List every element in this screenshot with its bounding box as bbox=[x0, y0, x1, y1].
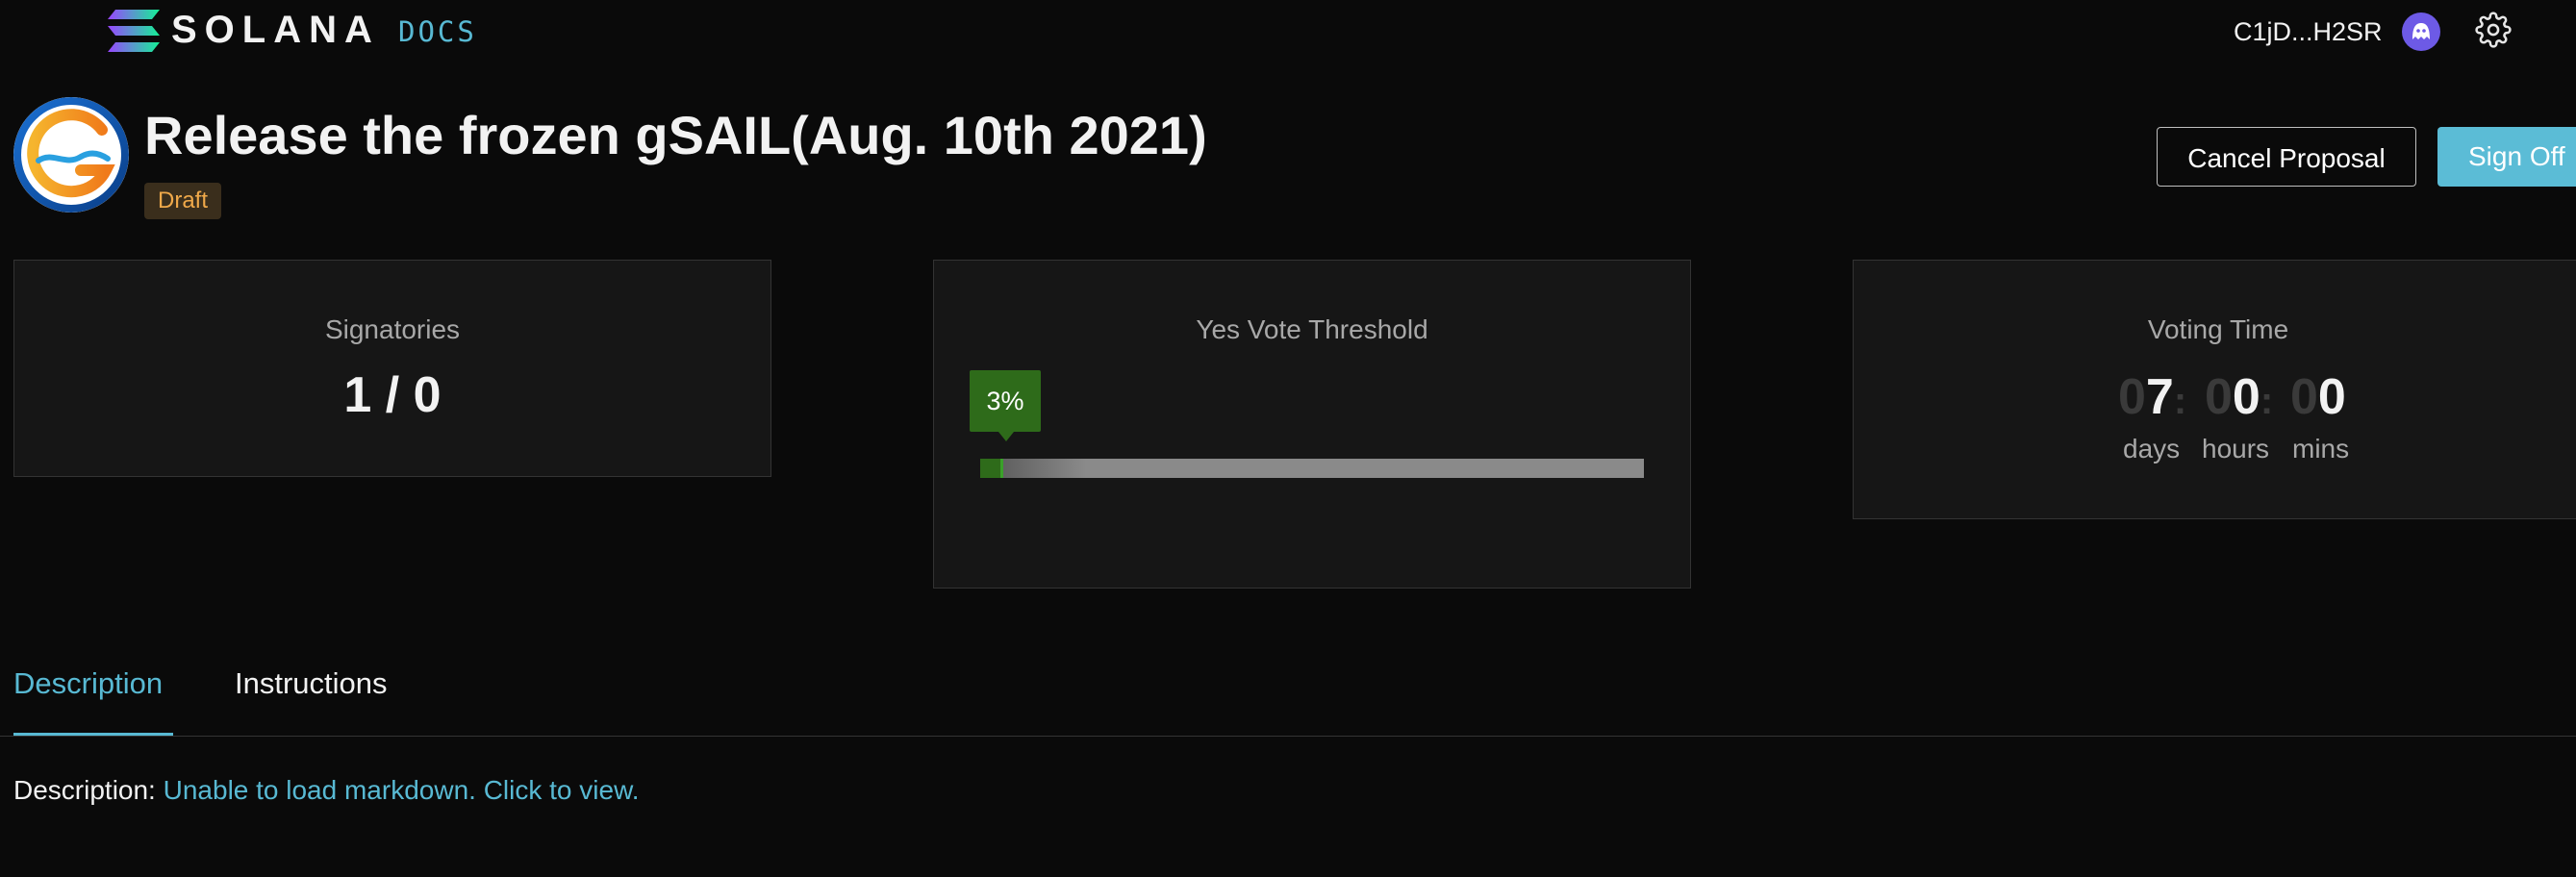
gear-icon[interactable] bbox=[2475, 12, 2512, 48]
progress-fill bbox=[980, 459, 1000, 478]
threshold-tooltip: 3% bbox=[970, 370, 1041, 441]
tab-instructions[interactable]: Instructions bbox=[235, 662, 388, 706]
signatories-value: 1 / 0 bbox=[343, 367, 442, 423]
threshold-label: Yes Vote Threshold bbox=[1196, 314, 1428, 344]
mins-label: mins bbox=[2292, 434, 2350, 464]
ghost-avatar-icon[interactable] bbox=[2402, 13, 2440, 51]
description-text: Description: Unable to load markdown. Cl… bbox=[13, 773, 640, 808]
solana-logo-icon[interactable] bbox=[108, 10, 160, 52]
hours-label: hours bbox=[2202, 434, 2270, 464]
wallet-address[interactable]: C1jD...H2SR bbox=[2234, 15, 2383, 48]
active-tab-indicator bbox=[13, 733, 173, 736]
tab-divider bbox=[0, 736, 2576, 737]
hours-digit: 0 bbox=[2232, 369, 2260, 425]
sep: : bbox=[2173, 380, 2187, 422]
days-label: days bbox=[2123, 434, 2181, 464]
docs-link[interactable]: DOCS bbox=[398, 15, 477, 48]
view-markdown-link[interactable]: Unable to load markdown. Click to view. bbox=[164, 775, 640, 805]
hours-prefix: 0 bbox=[2205, 369, 2233, 425]
description-prefix: Description: bbox=[13, 775, 164, 805]
signatories-label: Signatories bbox=[324, 314, 461, 344]
tab-description[interactable]: Description bbox=[13, 662, 163, 706]
cancel-proposal-button[interactable]: Cancel Proposal bbox=[2157, 127, 2416, 187]
proposal-title: Release the frozen gSAIL(Aug. 10th 2021) bbox=[144, 105, 1207, 165]
hours-value: 00: bbox=[2205, 368, 2273, 426]
mins-value: 00 bbox=[2290, 368, 2346, 426]
voting-time-card: Voting Time 07: 00: 00 days hours mins bbox=[1853, 260, 2576, 519]
mins-prefix: 0 bbox=[2290, 369, 2318, 425]
mins-digit: 0 bbox=[2317, 369, 2346, 425]
days-prefix: 0 bbox=[2118, 369, 2146, 425]
realm-logo bbox=[13, 97, 129, 213]
voting-time-label: Voting Time bbox=[2147, 314, 2289, 344]
days-value: 07: bbox=[2118, 368, 2186, 426]
signatories-card: Signatories 1 / 0 bbox=[13, 260, 771, 477]
yes-vote-threshold-card: Yes Vote Threshold 3% bbox=[933, 260, 1691, 589]
threshold-marker bbox=[999, 459, 1003, 478]
sign-off-button[interactable]: Sign Off bbox=[2437, 127, 2576, 187]
days-digit: 7 bbox=[2145, 369, 2174, 425]
sep: : bbox=[2260, 380, 2274, 422]
brand-name[interactable]: SOLANA bbox=[171, 6, 380, 54]
status-badge: Draft bbox=[144, 183, 222, 219]
threshold-progress-bar bbox=[980, 459, 1644, 478]
